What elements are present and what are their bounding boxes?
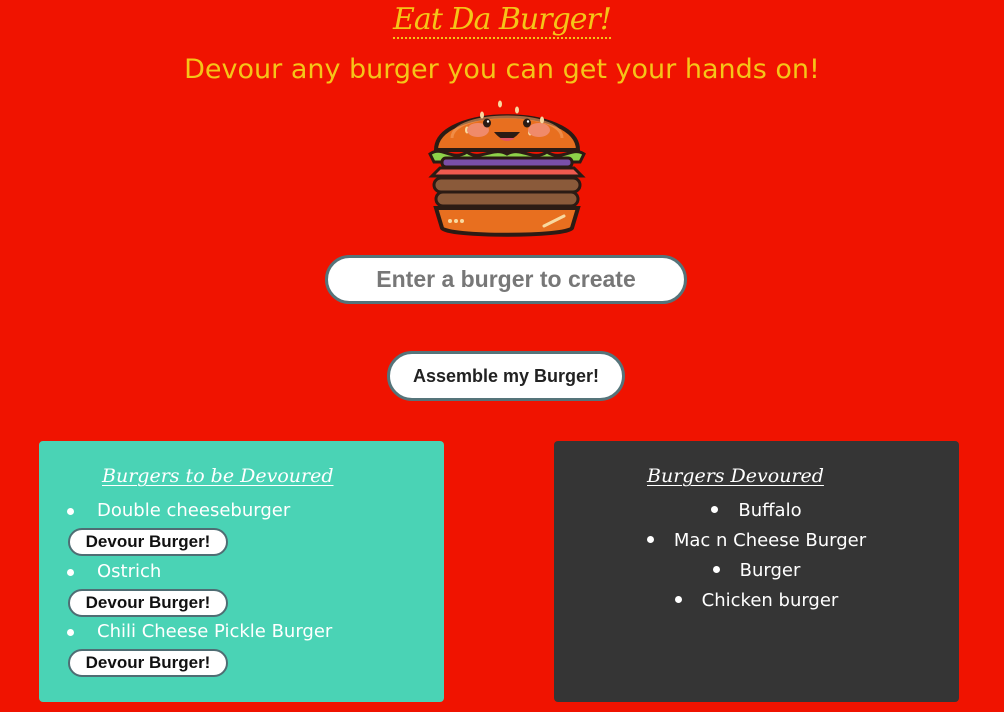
list-item: Mac n Cheese Burger [554, 529, 959, 559]
burger-name: Ostrich [97, 560, 162, 582]
burgers-to-devour-panel: Burgers to be Devoured Double cheeseburg… [39, 441, 444, 702]
burgers-devoured-list: Buffalo Mac n Cheese Burger Burger Chick… [554, 499, 959, 619]
burger-name: Double cheeseburger [97, 500, 291, 521]
bullet-icon [646, 535, 654, 543]
burgers-to-devour-title: Burgers to be Devoured [102, 465, 334, 487]
list-item: Chili Cheese Pickle Burger Devour Burger… [39, 620, 444, 681]
list-item: Double cheeseburger Devour Burger! [39, 499, 444, 560]
site-title-text: Eat Da Burger! [393, 2, 612, 39]
bullet-icon [674, 595, 682, 603]
devour-button[interactable]: Devour Burger! [68, 528, 228, 556]
burger-mascot-icon [428, 100, 586, 237]
list-item: Buffalo [554, 499, 959, 529]
bullet-icon [67, 508, 74, 515]
burger-name-input[interactable] [325, 255, 687, 304]
burgers-devoured-title: Burgers Devoured [647, 465, 824, 487]
devour-button[interactable]: Devour Burger! [68, 588, 228, 617]
burger-name: Burger [739, 560, 801, 581]
burgers-to-devour-list: Double cheeseburger Devour Burger! Ostri… [39, 499, 444, 681]
bullet-icon [67, 629, 74, 636]
list-item: Chicken burger [554, 589, 959, 619]
assemble-burger-button[interactable]: Assemble my Burger! [387, 351, 625, 401]
devour-button[interactable]: Devour Burger! [68, 649, 228, 677]
burger-name: Buffalo [738, 500, 802, 521]
burger-name: Chicken burger [701, 590, 839, 611]
list-item: Burger [554, 559, 959, 589]
burger-name: Mac n Cheese Burger [673, 530, 867, 551]
burgers-devoured-panel: Burgers Devoured Buffalo Mac n Cheese Bu… [554, 441, 959, 702]
bullet-icon [711, 505, 719, 513]
burger-name: Chili Cheese Pickle Burger [97, 621, 333, 642]
site-subtitle: Devour any burger you can get your hands… [184, 54, 820, 85]
site-title: Eat Da Burger! [0, 2, 1004, 39]
list-item: Ostrich Devour Burger! [39, 560, 444, 621]
bullet-icon [67, 568, 74, 576]
bullet-icon [712, 565, 720, 573]
